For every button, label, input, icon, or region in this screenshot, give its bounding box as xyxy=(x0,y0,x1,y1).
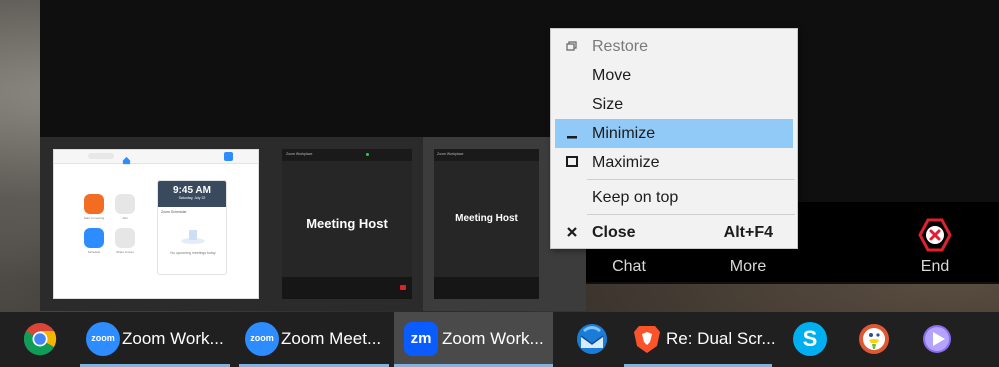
thumb-search-bar xyxy=(88,153,114,159)
zoom-icon-text: zoom xyxy=(91,333,115,343)
clock-time: 9:45 AM xyxy=(173,185,211,196)
menu-item-move[interactable]: Move xyxy=(555,61,793,90)
keep-on-top-label: Keep on top xyxy=(592,189,679,206)
zoom-workplace-2-label: Zoom Work... xyxy=(442,329,544,348)
taskbar-brave[interactable]: Re: Dual Scr... xyxy=(624,312,776,367)
taskbar-zoom-workplace-2[interactable]: zm Zoom Work... xyxy=(394,312,553,367)
taskbar-duckduckgo[interactable] xyxy=(850,312,898,367)
size-label: Size xyxy=(592,96,624,113)
start-meeting-tile xyxy=(84,194,104,214)
more-label: More xyxy=(729,258,767,275)
menu-item-keep-on-top[interactable]: Keep on top xyxy=(555,183,793,212)
brave-icon xyxy=(634,326,660,353)
zoom-meeting-label: Zoom Meet... xyxy=(281,329,382,348)
minimize-icon xyxy=(567,136,577,139)
thumb-avatar xyxy=(224,152,233,161)
meeting-thumb-topbar: Zoom Workplace xyxy=(282,149,412,161)
schedule-caption: Schedule xyxy=(87,250,101,254)
menu-item-close[interactable]: Close Alt+F4 xyxy=(555,218,793,247)
taskbar-chrome[interactable] xyxy=(16,312,64,367)
chrome-icon xyxy=(23,323,57,356)
maximize-icon xyxy=(566,156,578,167)
chat-label: Chat xyxy=(612,258,646,275)
taskbar-media-player[interactable] xyxy=(913,312,961,367)
meeting-thumb-controls xyxy=(282,277,412,299)
recording-dot xyxy=(366,153,369,156)
end-label: End xyxy=(920,258,950,275)
no-meetings-text: No upcoming meetings today xyxy=(170,251,216,255)
taskbar-zoom-workplace-1[interactable]: zoom Zoom Work... xyxy=(80,312,230,367)
play-icon xyxy=(923,325,951,353)
skype-glyph: S xyxy=(802,326,818,351)
end-icon xyxy=(918,218,952,252)
join-caption: Join xyxy=(122,216,128,220)
zoom-workplace-icon-text: zm xyxy=(410,330,432,347)
zoom-home-topbar xyxy=(54,150,258,165)
workplace-thumb-topbar: Zoom Workplace xyxy=(434,149,539,161)
preview-zoom-meeting[interactable]: Zoom Workplace Meeting Host xyxy=(272,137,417,311)
zoom-workplace-1-label: Zoom Work... xyxy=(122,329,224,348)
zoom-icon: zoom xyxy=(245,322,279,356)
end-button[interactable]: End xyxy=(890,202,980,282)
minimize-label: Minimize xyxy=(592,125,656,142)
clock-card: 9:45 AM Saturday, July 22 Zoom Scheduler… xyxy=(157,180,227,275)
taskbar-thunderbird[interactable] xyxy=(568,312,616,367)
window-context-menu: Restore Move Size Minimize Maximize Keep… xyxy=(550,28,798,249)
brave-window-label: Re: Dual Scr... xyxy=(666,329,776,348)
duckduckgo-icon xyxy=(859,324,889,354)
restore-icon xyxy=(566,41,577,51)
menu-separator xyxy=(587,179,795,180)
menu-item-minimize[interactable]: Minimize xyxy=(555,119,793,148)
move-label: Move xyxy=(592,67,632,84)
workplace-thumb-controls xyxy=(434,277,539,299)
zoom-icon: zoom xyxy=(86,322,120,356)
share-screen-tile xyxy=(115,228,135,248)
taskbar-preview-strip: Start a meeting Join Schedule Share scre… xyxy=(40,137,586,311)
workplace-host-tile: Meeting Host xyxy=(434,161,539,277)
join-tile xyxy=(115,194,135,214)
zoom-home-thumbnail: Start a meeting Join Schedule Share scre… xyxy=(53,149,259,299)
skype-icon: S xyxy=(793,322,827,356)
close-label: Close xyxy=(592,224,636,241)
close-shortcut: Alt+F4 xyxy=(723,224,773,241)
clock-card-header: 9:45 AM Saturday, July 22 xyxy=(158,181,226,207)
scheduler-note: Zoom Scheduler xyxy=(161,210,187,214)
thumb-end-icon xyxy=(400,285,406,290)
clock-date: Saturday, July 22 xyxy=(178,196,206,200)
meeting-host-tile: Meeting Host xyxy=(282,161,412,277)
start-meeting-caption: Start a meeting xyxy=(83,216,105,220)
zoom-workplace-icon: zm xyxy=(404,322,438,356)
menu-item-size[interactable]: Size xyxy=(555,90,793,119)
menu-separator xyxy=(587,214,795,215)
thunderbird-icon xyxy=(577,324,607,354)
taskbar-skype[interactable]: S xyxy=(786,312,834,367)
meeting-thumbnail: Zoom Workplace Meeting Host xyxy=(282,149,412,299)
preview-zoom-home[interactable]: Start a meeting Join Schedule Share scre… xyxy=(40,137,272,311)
workplace-host-name: Meeting Host xyxy=(455,213,518,224)
maximize-label: Maximize xyxy=(592,154,660,171)
share-screen-caption: Share screen xyxy=(116,250,134,254)
workplace-thumbnail: Zoom Workplace Meeting Host xyxy=(434,149,539,299)
close-icon xyxy=(567,227,577,237)
taskbar-zoom-meeting[interactable]: zoom Zoom Meet... xyxy=(239,312,389,367)
taskbar: zoom Zoom Work... zoom Zoom Meet... zm Z… xyxy=(0,312,999,367)
menu-item-maximize[interactable]: Maximize xyxy=(555,148,793,177)
menu-item-restore[interactable]: Restore xyxy=(555,32,793,61)
zoom-icon-text: zoom xyxy=(250,333,274,343)
restore-label: Restore xyxy=(592,38,649,55)
workplace-thumb-title: Zoom Workplace xyxy=(437,152,464,156)
schedule-tile xyxy=(84,228,104,248)
meeting-thumb-title: Zoom Workplace xyxy=(286,152,313,156)
meeting-host-name: Meeting Host xyxy=(306,216,388,231)
calendar-illustration xyxy=(180,227,206,245)
thumb-home-tab-icon xyxy=(122,152,131,165)
